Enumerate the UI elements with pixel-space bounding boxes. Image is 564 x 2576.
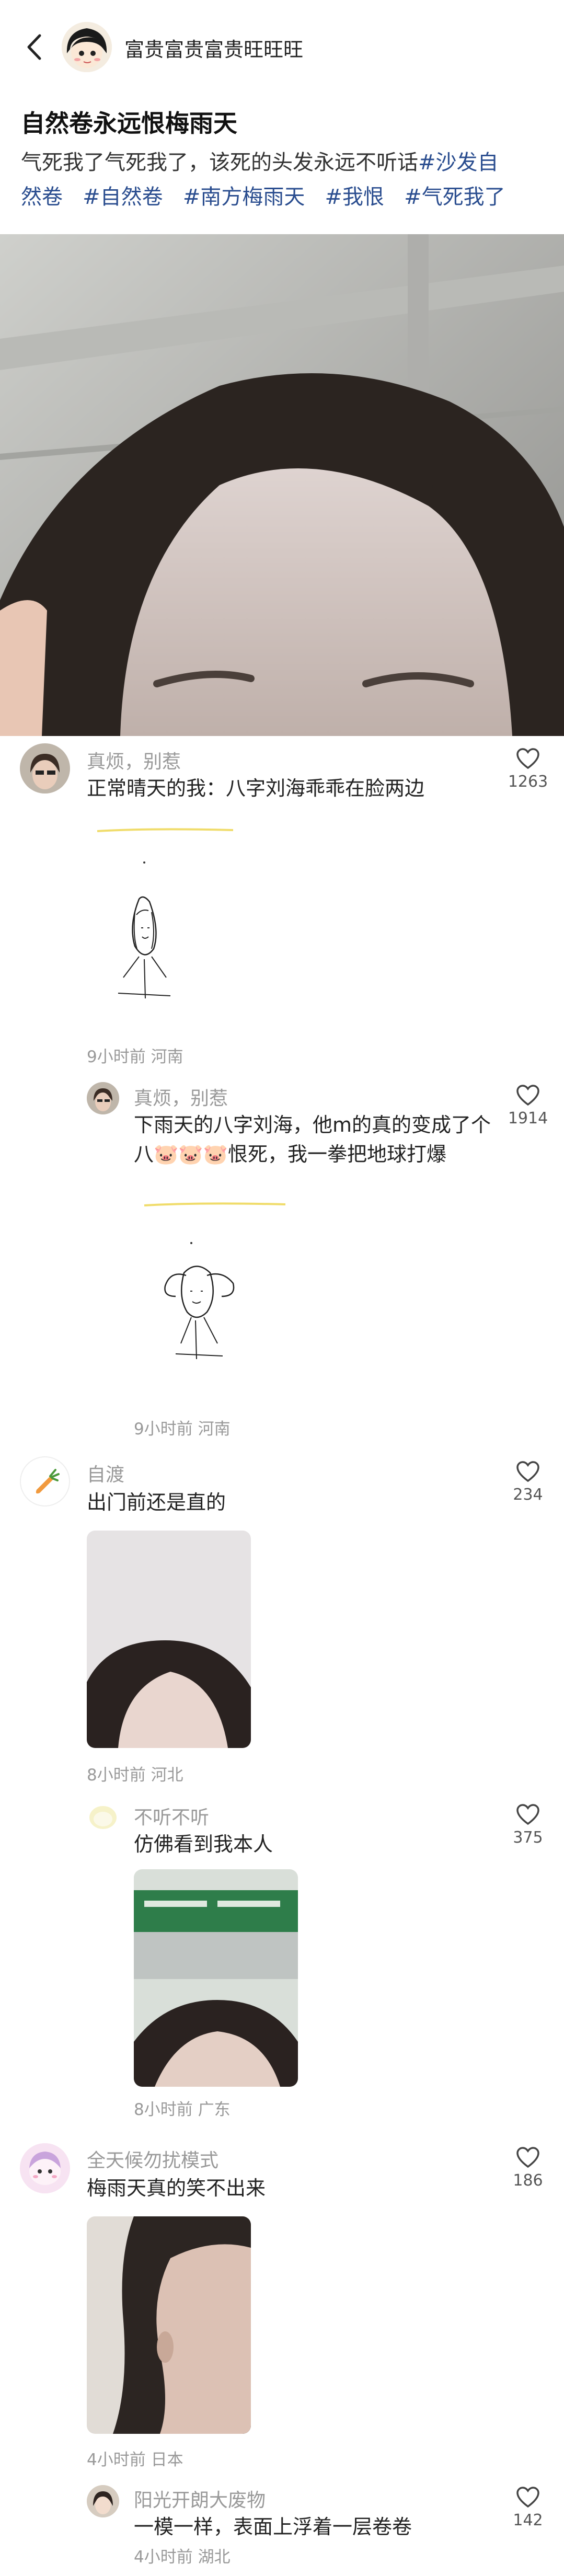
- comment-photo[interactable]: [87, 2216, 251, 2434]
- tag-line-part[interactable]: #沙发自: [418, 151, 499, 175]
- comment-text: 正常晴天的我：八字刘海乖乖在脸两边: [87, 777, 425, 800]
- comment-sketch-image[interactable]: [87, 821, 275, 1030]
- commenter-name[interactable]: 全天候勿扰模式: [87, 2145, 218, 2172]
- reply-avatar[interactable]: [87, 2485, 119, 2517]
- post-photo[interactable]: [0, 234, 564, 736]
- tag-natural-curl[interactable]: #自然卷: [83, 185, 163, 209]
- like-button[interactable]: 375: [502, 1803, 554, 1847]
- like-count: 234: [513, 1486, 543, 1504]
- reply-text-line1: 下雨天的八字刘海，他m的真的变成了个: [134, 1113, 491, 1136]
- comment-meta: 8小时前 河北: [87, 1766, 183, 1785]
- comment-photo[interactable]: [87, 1531, 251, 1748]
- reply-photo[interactable]: [134, 1869, 298, 2087]
- reply-text-suffix: 恨死，我一拳把地球打爆: [227, 1143, 446, 1166]
- like-count: 1914: [508, 1109, 548, 1128]
- like-button[interactable]: 142: [502, 2486, 554, 2529]
- carrot-icon: [36, 1469, 60, 1494]
- heart-outline-icon: [516, 1085, 539, 1106]
- reply-avatar[interactable]: [87, 1801, 119, 1834]
- post-text: 气死我了气死我了，该死的头发永远不听话: [21, 151, 418, 175]
- tag-hate[interactable]: #我恨: [325, 185, 385, 209]
- like-button[interactable]: 234: [502, 1460, 554, 1504]
- reply-name[interactable]: 不听不听: [134, 1802, 209, 1830]
- tag-sofa-curl[interactable]: 然卷: [21, 185, 63, 209]
- reply-text: 一模一样，表面上浮着一层卷卷: [134, 2515, 412, 2538]
- comment-meta: 4小时前 日本: [87, 2451, 183, 2469]
- commenter-avatar[interactable]: [20, 743, 70, 794]
- commenter-name[interactable]: 真烦，别惹: [87, 746, 181, 774]
- like-count: 142: [513, 2511, 543, 2529]
- chevron-left-icon: [27, 34, 41, 60]
- post-description: 气死我了气死我了，该死的头发永远不听话#沙发自 然卷 #自然卷 #南方梅雨天 #…: [21, 145, 544, 214]
- heart-outline-icon: [516, 748, 539, 769]
- like-count: 375: [513, 1828, 543, 1847]
- like-button[interactable]: 1263: [502, 748, 554, 791]
- reply-name[interactable]: 阳光开朗大废物: [134, 2485, 266, 2512]
- author-name[interactable]: 富贵富贵富贵旺旺旺: [124, 33, 303, 62]
- like-button[interactable]: 1914: [502, 1084, 554, 1128]
- like-count: 186: [513, 2171, 543, 2190]
- reply-text: 下雨天的八字刘海，他m的真的变成了个 八🐷🐷🐷恨死，我一拳把地球打爆: [134, 1110, 494, 1169]
- tag-angry[interactable]: #气死我了: [404, 185, 505, 209]
- pig-emoji: 🐷🐷🐷: [154, 1143, 228, 1166]
- reply-meta: 8小时前 广东: [134, 2100, 231, 2119]
- reply-meta: 4小时前 湖北: [134, 2548, 231, 2567]
- reply-text: 仿佛看到我本人: [134, 1833, 273, 1856]
- heart-outline-icon: [516, 1804, 539, 1825]
- reply-text-prefix: 八: [134, 1143, 154, 1166]
- post-title: 自然卷永远恨梅雨天: [21, 109, 237, 137]
- commenter-avatar[interactable]: [20, 1456, 70, 1506]
- like-count: 1263: [508, 773, 548, 791]
- author-avatar[interactable]: [62, 22, 112, 72]
- comment-text: 梅雨天真的笑不出来: [87, 2177, 266, 2200]
- back-button[interactable]: [21, 31, 47, 63]
- comment-meta: 9小时前 河南: [87, 1048, 183, 1066]
- comment-text: 出门前还是直的: [87, 1491, 226, 1514]
- reply-sketch-image[interactable]: [134, 1197, 322, 1406]
- reply-meta: 9小时前 河南: [134, 1420, 231, 1439]
- tag-plum-rain[interactable]: #南方梅雨天: [183, 185, 305, 209]
- heart-outline-icon: [516, 2487, 539, 2508]
- reply-name[interactable]: 真烦，别惹: [134, 1083, 228, 1110]
- like-button[interactable]: 186: [502, 2146, 554, 2190]
- top-bar: 富贵富贵富贵旺旺旺: [0, 0, 564, 94]
- heart-outline-icon: [516, 2147, 539, 2168]
- reply-avatar[interactable]: [87, 1082, 119, 1114]
- commenter-avatar[interactable]: [20, 2143, 70, 2193]
- heart-outline-icon: [516, 1461, 539, 1482]
- commenter-name[interactable]: 自渡: [87, 1459, 124, 1487]
